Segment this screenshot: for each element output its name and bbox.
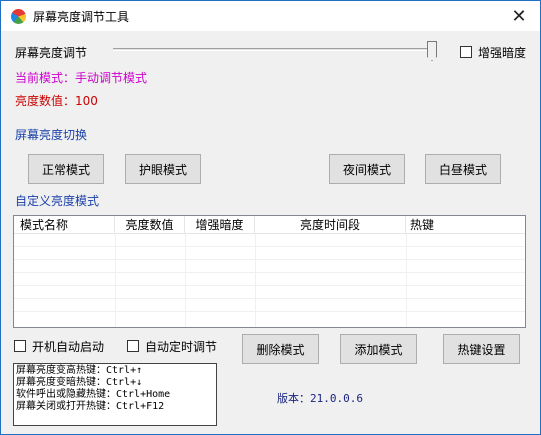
title-bar[interactable]: 屏幕亮度调节工具 ✕ — [1, 1, 540, 31]
hotkey-settings-button[interactable]: 热键设置 — [443, 334, 520, 364]
column-brightness-value[interactable]: 亮度数值 — [115, 216, 185, 234]
column-hotkey[interactable]: 热键 — [406, 216, 525, 234]
table-gridline — [14, 272, 525, 273]
column-time-range[interactable]: 亮度时间段 — [255, 216, 406, 234]
column-enhance-dark[interactable]: 增强暗度 — [185, 216, 255, 234]
add-mode-button[interactable]: 添加模式 — [340, 334, 417, 364]
auto-schedule-label: 自动定时调节 — [145, 340, 218, 354]
autostart-label: 开机自动启动 — [32, 340, 105, 354]
brightness-value-text: 亮度数值：100 — [15, 94, 98, 108]
brightness-slider-label: 屏幕亮度调节 — [15, 46, 88, 60]
table-gridline — [14, 311, 525, 312]
main-window: 屏幕亮度调节工具 ✕ 屏幕亮度调节 增强暗度 当前模式：手动调节模式 亮度数值：… — [0, 0, 541, 435]
hotkey-info-line: 屏幕亮度变暗热键：Ctrl+↓ — [16, 377, 143, 388]
current-mode-text: 当前模式：手动调节模式 — [15, 71, 148, 85]
column-mode-name[interactable]: 模式名称 — [14, 216, 115, 234]
table-header: 模式名称 亮度数值 增强暗度 亮度时间段 热键 — [14, 216, 525, 234]
switch-section-title: 屏幕亮度切换 — [15, 128, 88, 142]
daylight-mode-button[interactable]: 白昼模式 — [425, 154, 501, 184]
brightness-slider-thumb[interactable] — [427, 41, 437, 61]
table-gridline — [185, 234, 186, 327]
night-mode-button[interactable]: 夜间模式 — [329, 154, 405, 184]
window-title: 屏幕亮度调节工具 — [33, 10, 130, 24]
enhance-dark-label: 增强暗度 — [478, 46, 527, 60]
enhance-dark-checkbox[interactable] — [460, 46, 472, 58]
table-gridline — [115, 234, 116, 327]
normal-mode-button[interactable]: 正常模式 — [28, 154, 104, 184]
hotkey-info-line: 软件呼出或隐藏热键：Ctrl+Home — [16, 389, 171, 400]
close-button[interactable]: ✕ — [498, 1, 540, 31]
close-icon: ✕ — [511, 5, 527, 27]
table-gridline — [14, 259, 525, 260]
hotkey-info-line: 屏幕亮度变高热键：Ctrl+↑ — [16, 365, 143, 376]
table-gridline — [406, 234, 407, 327]
version-label: 版本：21.0.0.6 — [277, 392, 363, 405]
autostart-checkbox[interactable] — [14, 340, 26, 352]
table-gridline — [14, 246, 525, 247]
auto-schedule-checkbox[interactable] — [127, 340, 139, 352]
custom-section-title: 自定义亮度模式 — [15, 194, 100, 208]
custom-mode-table[interactable]: 模式名称 亮度数值 增强暗度 亮度时间段 热键 — [13, 215, 526, 328]
delete-mode-button[interactable]: 删除模式 — [242, 334, 319, 364]
table-gridline — [14, 298, 525, 299]
hotkey-info-box: 屏幕亮度变高热键：Ctrl+↑ 屏幕亮度变暗热键：Ctrl+↓ 软件呼出或隐藏热… — [13, 363, 217, 426]
table-gridline — [255, 234, 256, 327]
brightness-slider-track[interactable] — [113, 48, 437, 51]
eye-care-mode-button[interactable]: 护眼模式 — [125, 154, 201, 184]
hotkey-info-line: 屏幕关闭或打开热键：Ctrl+F12 — [16, 401, 165, 412]
table-gridline — [14, 285, 525, 286]
app-icon — [11, 9, 26, 24]
